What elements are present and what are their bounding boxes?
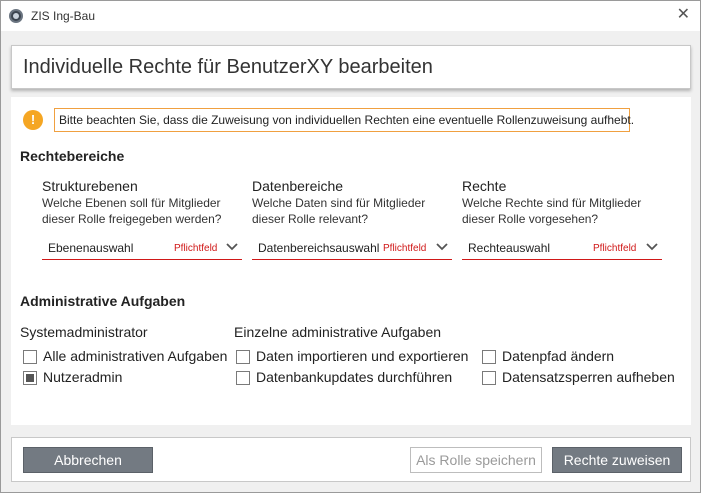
- datenpfad-label[interactable]: Datenpfad ändern: [502, 348, 614, 364]
- select-value: Datenbereichsauswahl: [258, 241, 380, 255]
- chevron-down-icon[interactable]: [434, 239, 450, 255]
- column-description-rechte: Welche Rechte sind für Mitglieder dieser…: [462, 196, 642, 226]
- db-updates-label[interactable]: Datenbankupdates durchführen: [256, 369, 452, 385]
- column-title-rechte: Rechte: [462, 178, 507, 194]
- select-value: Rechteauswahl: [468, 241, 551, 255]
- notice-message: Bitte beachten Sie, dass die Zuweisung v…: [54, 108, 634, 132]
- column-title-strukturebenen: Strukturebenen: [42, 178, 138, 194]
- main-panel: ! Bitte beachten Sie, dass die Zuweisung…: [11, 97, 691, 425]
- individual-tasks-group-label: Einzelne administrative Aufgaben: [234, 324, 442, 340]
- select-value: Ebenenauswahl: [48, 241, 134, 255]
- cancel-button[interactable]: Abbrechen: [23, 447, 153, 473]
- assign-rights-button[interactable]: Rechte zuweisen: [552, 447, 682, 473]
- required-label: Pflichtfeld: [593, 243, 637, 254]
- rights-section-title: Rechtebereiche: [20, 148, 125, 164]
- required-label: Pflichtfeld: [383, 243, 427, 254]
- exclamation-icon: !: [23, 110, 43, 130]
- import-export-label[interactable]: Daten importieren und exportieren: [256, 348, 468, 364]
- admin-section-title: Administrative Aufgaben: [20, 293, 186, 309]
- close-icon[interactable]: ✕: [677, 6, 690, 24]
- save-as-role-button[interactable]: Als Rolle speichern: [410, 447, 542, 473]
- datenpfad-checkbox[interactable]: [482, 350, 496, 364]
- title-bar: ZIS Ing-Bau ✕: [1, 1, 700, 31]
- app-logo-icon: [9, 9, 23, 23]
- import-export-checkbox[interactable]: [236, 350, 250, 364]
- sysadmin-group-label: Systemadministrator: [20, 324, 148, 340]
- nutzeradmin-checkbox[interactable]: [23, 371, 37, 385]
- rechte-select[interactable]: Rechteauswahl Pflichtfeld: [462, 236, 662, 260]
- window-title: ZIS Ing-Bau: [31, 9, 96, 23]
- chevron-down-icon[interactable]: [644, 239, 660, 255]
- chevron-down-icon[interactable]: [224, 239, 240, 255]
- ebenen-select[interactable]: Ebenenauswahl Pflichtfeld: [42, 236, 242, 260]
- db-updates-checkbox[interactable]: [236, 371, 250, 385]
- column-title-datenbereiche: Datenbereiche: [252, 178, 344, 194]
- all-admin-tasks-checkbox[interactable]: [23, 350, 37, 364]
- footer-bar: Abbrechen Als Rolle speichern Rechte zuw…: [11, 437, 691, 482]
- datensatzsperren-label[interactable]: Datensatzsperren aufheben: [502, 369, 675, 385]
- dialog-window: ZIS Ing-Bau ✕ Individuelle Rechte für Be…: [0, 0, 701, 493]
- column-description-strukturebenen: Welche Ebenen soll für Mitglieder dieser…: [42, 196, 222, 226]
- nutzeradmin-label[interactable]: Nutzeradmin: [43, 369, 122, 385]
- header-panel: Individuelle Rechte für BenutzerXY bearb…: [11, 45, 691, 89]
- datensatzsperren-checkbox[interactable]: [482, 371, 496, 385]
- page-title: Individuelle Rechte für BenutzerXY bearb…: [23, 56, 433, 78]
- required-label: Pflichtfeld: [174, 243, 218, 254]
- column-description-datenbereiche: Welche Daten sind für Mitglieder dieser …: [252, 196, 426, 226]
- all-admin-tasks-label[interactable]: Alle administrativen Aufgaben: [43, 348, 227, 364]
- datenbereich-select[interactable]: Datenbereichsauswahl Pflichtfeld: [252, 236, 452, 260]
